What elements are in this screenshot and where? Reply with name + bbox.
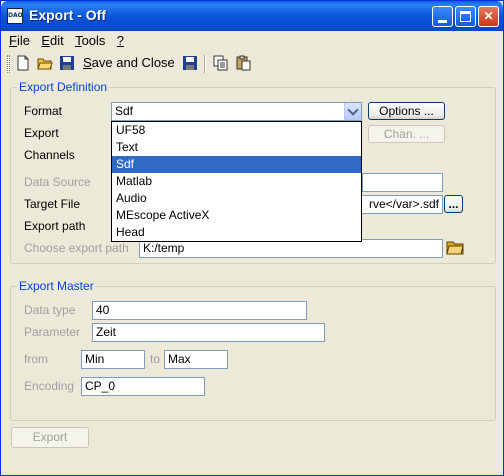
export-window: DAO Export - Off ✕ File Edit Tools ? Sav… (0, 0, 504, 476)
export-path-label: Export path (24, 219, 86, 233)
menu-tools-label: ools (81, 33, 106, 48)
menu-tools[interactable]: Tools (71, 32, 109, 49)
export-definition-title: Export Definition (17, 80, 110, 94)
format-label: Format (24, 104, 63, 118)
close-icon: ✕ (483, 9, 494, 23)
app-icon: DAO (7, 8, 23, 24)
format-selected-value: Sdf (115, 104, 134, 118)
data-type-label: Data type (24, 303, 76, 317)
menu-edit[interactable]: Edit (37, 32, 67, 49)
data-type-field[interactable]: 40 (92, 301, 307, 320)
parameter-value: Zeit (96, 325, 117, 339)
format-option[interactable]: Text (112, 139, 361, 156)
export-master-title: Export Master (17, 279, 96, 293)
toolbar-grip[interactable] (7, 55, 10, 73)
menu-edit-accel: E (41, 33, 50, 48)
export-path-value: K:/temp (143, 241, 185, 255)
format-option[interactable]: UF58 (112, 122, 361, 139)
parameter-label: Parameter (24, 325, 81, 339)
to-field[interactable]: Max (164, 350, 228, 369)
to-label: to (150, 352, 161, 366)
chevron-down-icon[interactable] (344, 103, 361, 120)
save-and-close-label: ave and Close (91, 55, 175, 70)
toolbar-separator (204, 55, 206, 73)
format-option[interactable]: Head (112, 224, 361, 241)
menu-bar: File Edit Tools ? (5, 32, 128, 50)
options-button[interactable]: Options ... (368, 102, 445, 120)
format-combobox[interactable]: Sdf (111, 102, 362, 121)
target-file-value: rve</var>.sdf (368, 197, 439, 211)
menu-help[interactable]: ? (113, 32, 128, 49)
paste-icon[interactable] (235, 55, 251, 71)
export-label: Export (24, 126, 59, 140)
format-dropdown-list: UF58 Text Sdf Matlab Audio MEscope Activ… (111, 121, 362, 242)
menu-file[interactable]: File (5, 32, 34, 49)
minimize-button[interactable] (432, 6, 453, 27)
menu-help-accel: ? (116, 33, 124, 48)
data-source-label: Data Source (24, 175, 91, 189)
from-value: Min (85, 352, 105, 366)
format-option[interactable]: Audio (112, 190, 361, 207)
save-as-icon[interactable] (182, 55, 198, 71)
open-folder-icon[interactable] (37, 55, 53, 71)
save-and-close-button[interactable]: Save and Close (83, 55, 175, 70)
copy-icon[interactable] (213, 55, 229, 71)
channels-button[interactable]: Chan. ... (368, 125, 445, 143)
close-button[interactable]: ✕ (478, 6, 499, 27)
encoding-field[interactable]: CP_0 (81, 377, 205, 396)
from-field[interactable]: Min (81, 350, 145, 369)
export-button[interactable]: Export (11, 427, 89, 448)
maximize-icon (460, 11, 471, 22)
menu-edit-label: dit (49, 33, 64, 48)
menu-file-accel: F (9, 33, 17, 48)
parameter-field[interactable]: Zeit (92, 323, 325, 342)
encoding-value: CP_0 (85, 379, 116, 393)
title-bar[interactable]: DAO Export - Off ✕ (1, 1, 503, 31)
new-file-icon[interactable] (15, 55, 31, 71)
toolbar: Save and Close (5, 53, 499, 75)
from-label: from (24, 352, 48, 366)
channels-label: Channels (24, 148, 75, 162)
data-type-value: 40 (96, 303, 110, 317)
format-option[interactable]: MEscope ActiveX (112, 207, 361, 224)
choose-export-path-label: Choose export path (24, 241, 129, 255)
target-file-browse-button[interactable]: ... (444, 195, 463, 213)
data-source-field[interactable] (362, 173, 443, 192)
menu-file-label: ile (16, 33, 30, 48)
to-value: Max (168, 352, 191, 366)
target-file-label: Target File (24, 197, 81, 211)
format-option-selected[interactable]: Sdf (112, 156, 361, 173)
minimize-icon (438, 20, 447, 23)
browse-folder-icon[interactable] (446, 240, 464, 255)
maximize-button[interactable] (455, 6, 476, 27)
format-option[interactable]: Matlab (112, 173, 361, 190)
save-icon[interactable] (59, 55, 75, 71)
encoding-label: Encoding (24, 379, 75, 393)
window-title: Export - Off (29, 7, 106, 23)
save-and-close-accel: S (83, 55, 92, 70)
